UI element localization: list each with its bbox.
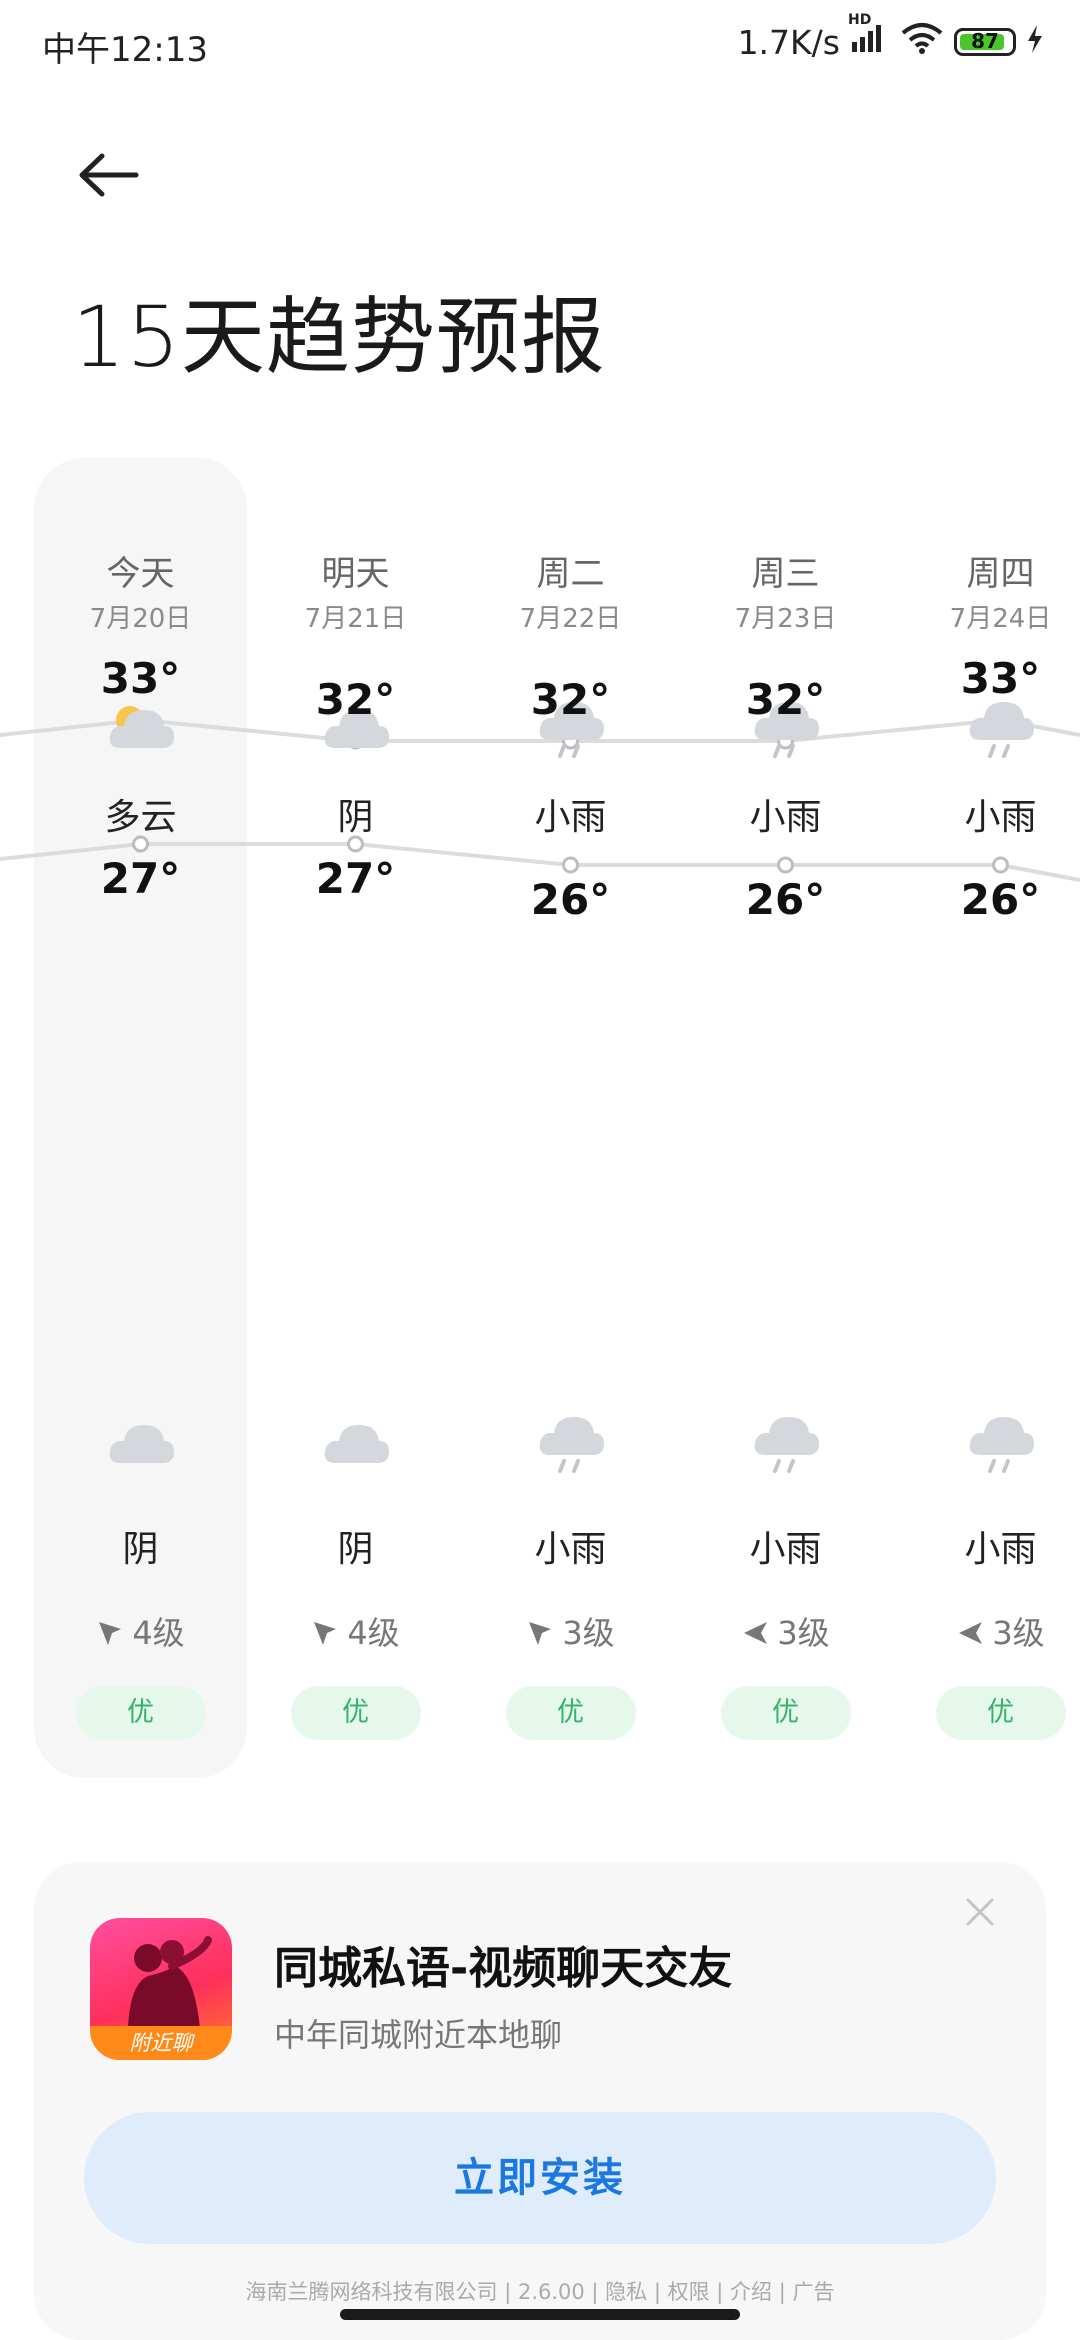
status-time: 中午12:13 bbox=[42, 30, 208, 70]
wind-direction-icon bbox=[956, 1617, 984, 1645]
day-date: 7月22日 bbox=[519, 604, 622, 634]
back-button[interactable] bbox=[74, 140, 144, 210]
day-condition: 多云 bbox=[104, 797, 177, 838]
night-condition: 小雨 bbox=[964, 1529, 1037, 1570]
day-condition: 小雨 bbox=[534, 797, 607, 838]
status-bar: 中午12:13 1.7K/s HD 87 bbox=[0, 0, 1080, 92]
day-date: 7月20日 bbox=[89, 604, 192, 634]
page-title: 15天趋势预报 bbox=[72, 288, 606, 386]
wind-level: 4级 bbox=[132, 1614, 185, 1652]
day-name: 明天 bbox=[321, 554, 390, 594]
aqi-badge: 优 bbox=[935, 1686, 1066, 1740]
day-name: 周三 bbox=[751, 554, 820, 594]
close-icon bbox=[966, 1898, 994, 1926]
aqi-badge: 优 bbox=[505, 1686, 636, 1740]
wind-level: 3级 bbox=[992, 1614, 1045, 1652]
light-rain-icon bbox=[751, 1413, 821, 1475]
cloudy-icon bbox=[106, 1413, 176, 1475]
wind-info: 3级 bbox=[893, 1608, 1080, 1654]
ad-close-button[interactable] bbox=[962, 1894, 998, 1930]
wind-direction-icon bbox=[311, 1617, 339, 1645]
ad-logo-badge: 附近聊 bbox=[90, 2026, 232, 2060]
night-condition: 阴 bbox=[337, 1529, 374, 1570]
day-column[interactable]: 周三 7月23日小雨 32° 26° 小雨 3级优 bbox=[678, 458, 893, 1778]
high-temp: 32° bbox=[315, 675, 396, 724]
day-column[interactable]: 周二 7月22日小雨 32° 26° 小雨 3级优 bbox=[463, 458, 678, 1778]
wind-direction-icon bbox=[526, 1617, 554, 1645]
high-temp: 33° bbox=[100, 654, 181, 703]
day-date: 7月24日 bbox=[949, 604, 1052, 634]
day-name: 今天 bbox=[106, 554, 175, 594]
light-rain-icon bbox=[966, 1413, 1036, 1475]
wind-direction-icon bbox=[741, 1617, 769, 1645]
night-condition: 阴 bbox=[122, 1529, 159, 1570]
wind-direction-icon bbox=[96, 1617, 124, 1645]
ad-card[interactable]: 附近聊 同城私语-视频聊天交友 中年同城附近本地聊 立即安装 海南兰腾网络科技有… bbox=[34, 1862, 1046, 2340]
wind-info: 4级 bbox=[248, 1608, 463, 1654]
day-condition: 小雨 bbox=[749, 797, 822, 838]
day-date: 7月21日 bbox=[304, 604, 407, 634]
home-indicator[interactable] bbox=[340, 2309, 740, 2320]
day-name: 周二 bbox=[536, 554, 605, 594]
day-name: 周四 bbox=[966, 554, 1035, 594]
couple-silhouette-icon bbox=[128, 1936, 212, 2028]
charging-icon bbox=[1026, 23, 1044, 62]
day-condition: 小雨 bbox=[964, 797, 1037, 838]
hd-badge: HD bbox=[848, 12, 872, 28]
high-temp: 32° bbox=[745, 675, 826, 724]
day-column[interactable]: 明天 7月21日阴 32° 27° 阴 4级优 bbox=[248, 458, 463, 1778]
status-right: 1.7K/s HD 87 bbox=[737, 12, 1044, 62]
light-rain-icon bbox=[536, 1413, 606, 1475]
ad-subtitle: 中年同城附近本地聊 bbox=[274, 2016, 563, 2054]
signal-icon: HD bbox=[848, 12, 890, 62]
aqi-badge: 优 bbox=[75, 1686, 206, 1740]
wind-info: 3级 bbox=[463, 1608, 678, 1654]
day-condition: 阴 bbox=[337, 797, 374, 838]
day-column[interactable]: 今天 7月20日多云 33° 27° 阴 4级优 bbox=[33, 458, 248, 1778]
low-temp: 26° bbox=[745, 875, 826, 924]
high-temp: 32° bbox=[530, 675, 611, 724]
wind-level: 4级 bbox=[347, 1614, 400, 1652]
wind-level: 3级 bbox=[777, 1614, 830, 1652]
low-temp: 26° bbox=[960, 875, 1041, 924]
wind-info: 4级 bbox=[33, 1608, 248, 1654]
ad-app-name[interactable]: 同城私语-视频聊天交友 bbox=[274, 1932, 732, 1996]
wifi-icon bbox=[900, 22, 944, 62]
battery-level: 87 bbox=[971, 29, 999, 53]
low-temp: 26° bbox=[530, 875, 611, 924]
arrow-left-icon bbox=[79, 153, 139, 197]
install-button[interactable]: 立即安装 bbox=[84, 2112, 996, 2244]
forecast-scroller[interactable]: 今天 7月20日多云 33° 27° 阴 4级优 明天 7月21日阴 32° 27° 阴 4级优 周二 7… bbox=[0, 458, 1080, 1778]
battery-icon: 87 bbox=[954, 28, 1016, 56]
aqi-badge: 优 bbox=[290, 1686, 421, 1740]
ad-app-logo[interactable]: 附近聊 bbox=[90, 1918, 232, 2060]
ad-footer: 海南兰腾网络科技有限公司 | 2.6.00 | 隐私 | 权限 | 介绍 | 广… bbox=[245, 2280, 835, 2304]
partly-cloudy-icon bbox=[106, 698, 176, 760]
day-column[interactable]: 周四 7月24日小雨 33° 26° 小雨 3级优 bbox=[893, 458, 1080, 1778]
low-temp: 27° bbox=[100, 854, 181, 903]
night-condition: 小雨 bbox=[749, 1529, 822, 1570]
wind-info: 3级 bbox=[678, 1608, 893, 1654]
high-temp: 33° bbox=[960, 654, 1041, 703]
cloudy-icon bbox=[321, 1413, 391, 1475]
wind-level: 3级 bbox=[562, 1614, 615, 1652]
aqi-badge: 优 bbox=[720, 1686, 851, 1740]
low-temp: 27° bbox=[315, 854, 396, 903]
network-speed: 1.7K/s bbox=[737, 22, 840, 62]
light-rain-icon bbox=[966, 698, 1036, 760]
day-date: 7月23日 bbox=[734, 604, 837, 634]
night-condition: 小雨 bbox=[534, 1529, 607, 1570]
